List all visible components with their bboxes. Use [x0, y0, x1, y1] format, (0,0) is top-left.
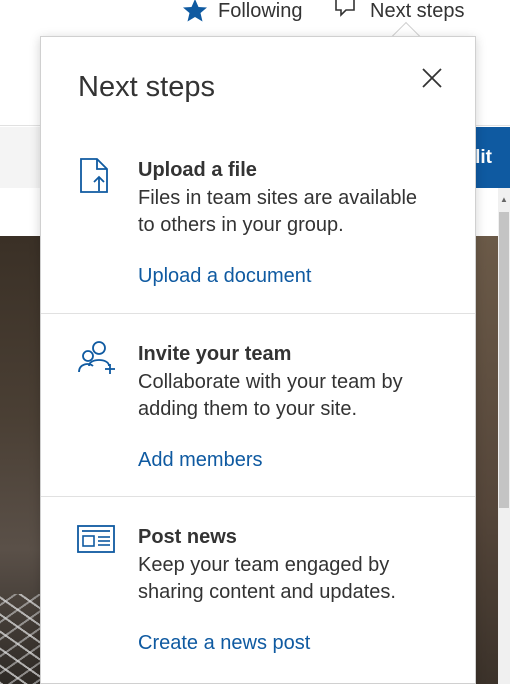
step-title: Invite your team: [138, 343, 292, 365]
step-upload-file: Upload a file Files in team sites are av…: [41, 141, 475, 314]
step-description: Collaborate with your team by adding the…: [138, 371, 403, 420]
upload-document-link[interactable]: Upload a document: [138, 265, 311, 288]
next-steps-panel: Next steps Upload a file Files in team s…: [40, 36, 476, 684]
upload-file-icon: [77, 157, 113, 200]
following-button[interactable]: Following: [182, 0, 302, 22]
scroll-up-icon[interactable]: ▲: [498, 188, 510, 210]
following-label: Following: [218, 0, 303, 22]
news-icon: [77, 525, 115, 558]
panel-title: Next steps: [78, 71, 215, 103]
step-title: Upload a file: [138, 159, 257, 181]
add-members-link[interactable]: Add members: [138, 449, 263, 472]
megaphone-icon: [334, 0, 360, 22]
scrollbar[interactable]: ▲: [498, 188, 510, 684]
invite-people-icon: [77, 340, 117, 381]
edit-label: lit: [475, 146, 492, 168]
create-news-post-link[interactable]: Create a news post: [138, 632, 310, 655]
next-steps-label: Next steps: [370, 0, 465, 22]
step-invite-team: Invite your team Collaborate with your t…: [41, 313, 475, 497]
hero-image-edge: [476, 236, 498, 684]
star-icon: [182, 0, 208, 23]
step-description: Keep your team engaged by sharing conten…: [138, 554, 396, 603]
step-post-news: Post news Keep your team engaged by shar…: [41, 496, 475, 683]
close-button[interactable]: [417, 65, 447, 95]
close-icon: [421, 67, 443, 94]
step-title: Post news: [138, 526, 237, 548]
scrollbar-thumb[interactable]: [499, 212, 509, 508]
next-steps-button[interactable]: Next steps: [334, 0, 464, 22]
step-description: Files in team sites are available to oth…: [138, 187, 418, 236]
